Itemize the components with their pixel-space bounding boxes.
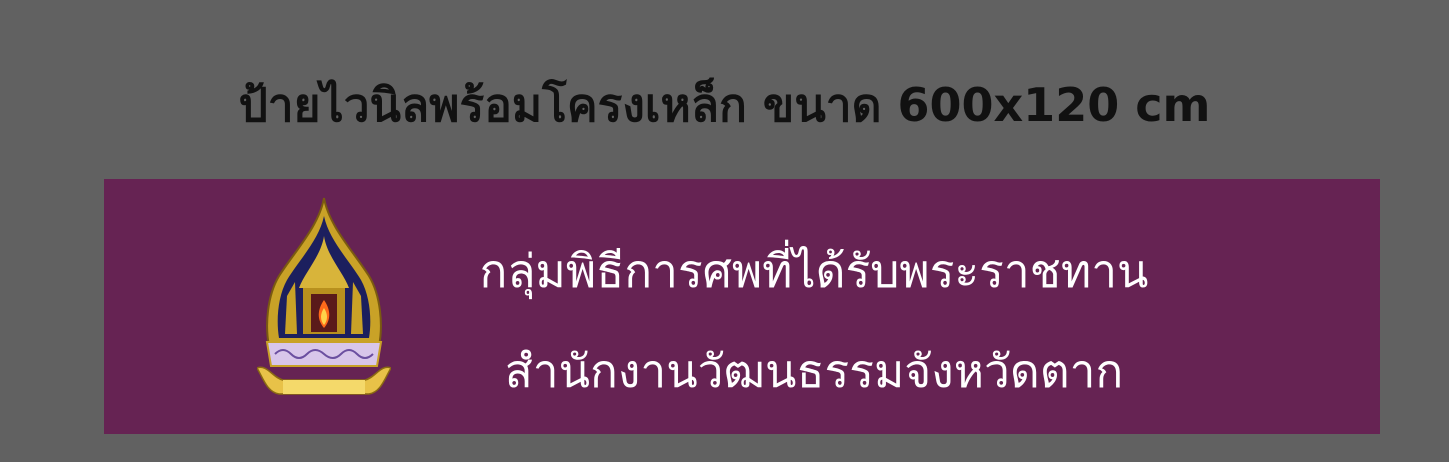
banner-line-1: กลุ่มพิธีการศพที่ได้รับพระราชทาน — [479, 244, 1149, 298]
banner-text: กลุ่มพิธีการศพที่ได้รับพระราชทาน สำนักงา… — [394, 221, 1234, 421]
banner-line-2: สำนักงานวัฒนธรรมจังหวัดตาก — [504, 344, 1124, 398]
vinyl-banner: กลุ่มพิธีการศพที่ได้รับพระราชทาน สำนักงา… — [104, 179, 1380, 434]
ministry-of-culture-emblem-icon — [257, 196, 391, 402]
page-heading: ป้ายไวนิลพร้อมโครงเหล็ก ขนาด 600x120 cm — [238, 78, 1211, 132]
